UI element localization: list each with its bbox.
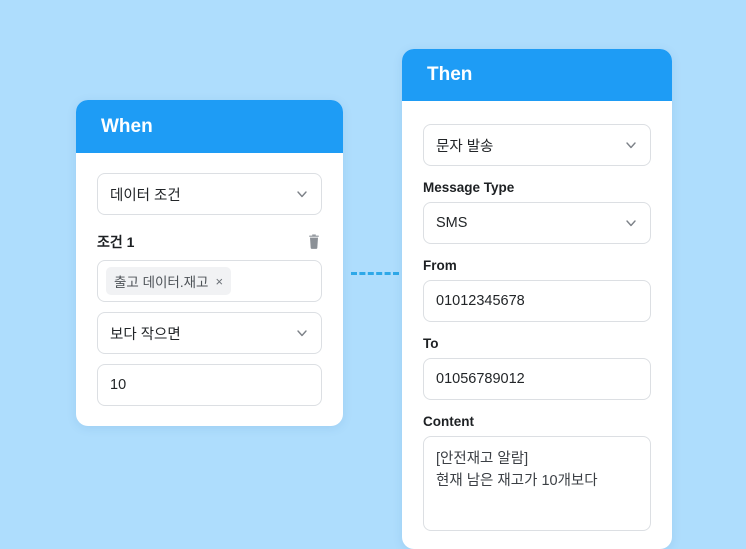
trigger-type-select[interactable]: 데이터 조건 — [97, 173, 322, 215]
then-panel-body: 문자 발송 Message Type SMS From 01012345678 … — [402, 101, 672, 531]
from-input[interactable]: 01012345678 — [423, 280, 651, 322]
dashed-connector — [351, 272, 399, 275]
chevron-down-icon — [295, 326, 309, 340]
field-chip-label: 출고 데이터.재고 — [114, 275, 209, 290]
from-label: From — [423, 258, 457, 273]
condition-value-input[interactable]: 10 — [97, 364, 322, 406]
content-textarea[interactable]: [안전재고 알람] 현재 남은 재고가 10개보다 — [423, 436, 651, 531]
content-label: Content — [423, 414, 474, 429]
condition-field-input[interactable]: 출고 데이터.재고 × — [97, 260, 322, 302]
field-chip[interactable]: 출고 데이터.재고 × — [106, 267, 232, 295]
condition-header-row: 조건 1 — [97, 232, 322, 252]
condition-operator-select[interactable]: 보다 작으면 — [97, 312, 322, 354]
from-value: 01012345678 — [436, 293, 525, 309]
condition-title: 조건 1 — [97, 234, 135, 250]
trigger-type-value: 데이터 조건 — [110, 187, 181, 204]
trash-icon[interactable] — [306, 234, 322, 250]
chevron-down-icon — [295, 187, 309, 201]
condition-value-text: 10 — [110, 377, 127, 393]
close-icon[interactable]: × — [215, 275, 223, 288]
message-type-value: SMS — [436, 215, 468, 231]
condition-operator-value: 보다 작으면 — [110, 326, 181, 343]
to-value: 01056789012 — [436, 371, 525, 387]
message-type-label: Message Type — [423, 180, 515, 195]
when-panel-body: 데이터 조건 조건 1 출고 데이터.재고 × 보다 작으면 10 — [76, 153, 343, 406]
then-panel-header: Then — [402, 49, 672, 101]
to-label: To — [423, 336, 439, 351]
to-input[interactable]: 01056789012 — [423, 358, 651, 400]
chevron-down-icon — [624, 138, 638, 152]
action-type-select[interactable]: 문자 발송 — [423, 124, 651, 166]
then-panel: Then 문자 발송 Message Type SMS From 0101234… — [402, 49, 672, 549]
action-type-value: 문자 발송 — [436, 138, 494, 155]
then-panel-title: Then — [427, 64, 473, 85]
when-panel-title: When — [101, 115, 153, 137]
when-panel-header: When — [76, 100, 343, 153]
chevron-down-icon — [624, 216, 638, 230]
message-type-select[interactable]: SMS — [423, 202, 651, 244]
when-panel: When 데이터 조건 조건 1 출고 데이터.재고 × 보다 작으면 10 — [76, 100, 343, 426]
